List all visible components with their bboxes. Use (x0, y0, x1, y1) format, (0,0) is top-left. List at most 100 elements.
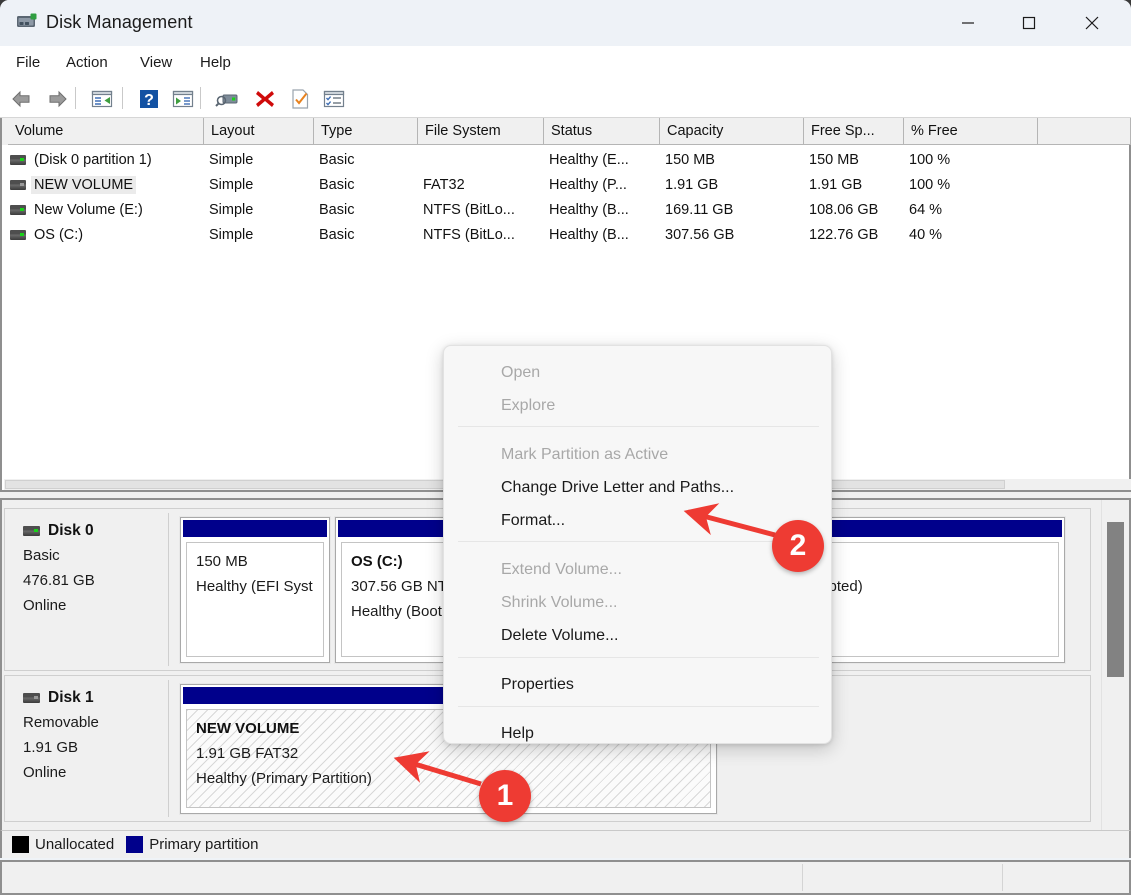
column-header--free[interactable]: % Free (904, 118, 1038, 145)
properties-icon[interactable] (171, 87, 195, 111)
menu-separator (458, 426, 819, 427)
cell-type: Basic (319, 176, 355, 193)
help-icon[interactable]: ? (137, 87, 161, 111)
checklist-icon[interactable] (322, 87, 346, 111)
table-row[interactable]: OS (C:) Simple Basic NTFS (BitLo... Healthy … (2, 222, 1131, 247)
context-menu-item-open: Open (501, 363, 541, 381)
show-console-tree-icon[interactable] (90, 87, 114, 111)
cell-capacity: 169.11 GB (665, 201, 734, 218)
column-header-type[interactable]: Type (314, 118, 418, 145)
status-bar-separator (1002, 864, 1003, 891)
menu-file[interactable]: File (7, 46, 49, 79)
cell-layout: Simple (209, 201, 254, 218)
rescan-disks-icon[interactable] (215, 87, 239, 111)
toolbar-separator (122, 87, 123, 109)
context-menu-item-format[interactable]: Format... (444, 504, 831, 537)
partition-status: Healthy (EFI Syst (196, 578, 313, 595)
minimize-icon[interactable] (945, 0, 991, 46)
legend-label: Unallocated (35, 836, 115, 853)
menu-view[interactable]: View (131, 46, 181, 79)
legend: Unallocated Primary partition (0, 830, 1131, 858)
table-row[interactable]: NEW VOLUME Simple Basic FAT32 Healthy (P... 1… (2, 172, 1131, 197)
cell-free-space: 1.91 GB (809, 176, 863, 193)
cell-free-space: 122.76 GB (809, 226, 879, 243)
new-task-icon[interactable] (288, 87, 312, 111)
cell-status: Healthy (P... (549, 176, 627, 193)
cell-layout: Simple (209, 151, 254, 168)
back-icon[interactable] (10, 87, 34, 111)
cell-capacity: 150 MB (665, 151, 715, 168)
context-menu-item-change-drive-letter-and-paths[interactable]: Change Drive Letter and Paths... (444, 471, 831, 504)
disk-kind: Basic (23, 547, 60, 564)
cell-layout: Simple (209, 226, 254, 243)
column-header-capacity[interactable]: Capacity (660, 118, 804, 145)
volume-drive-icon (10, 229, 26, 240)
volume-drive-icon (10, 154, 26, 165)
status-bar-separator (802, 864, 803, 891)
disk-icon (23, 693, 40, 703)
menu-separator (458, 541, 819, 542)
partition-status: Healthy (Primary Partition) (196, 770, 372, 787)
toolbar: ? (0, 79, 1131, 118)
menu-help[interactable]: Help (191, 46, 240, 79)
menu-bar: File Action View Help (0, 46, 1131, 79)
cell-volume-label: OS (C:) (34, 226, 84, 243)
context-menu-item-help[interactable]: Help (444, 717, 831, 743)
disk-title: Disk 1 (23, 689, 168, 707)
column-header-layout[interactable]: Layout (204, 118, 314, 145)
cell-volume-label: (Disk 0 partition 1) (34, 151, 152, 168)
context-menu-item-mark-partition-as-active: Mark Partition as Active (501, 445, 669, 463)
forward-icon[interactable] (45, 87, 69, 111)
partition-size-fs: 150 MB (196, 553, 248, 570)
cell-status: Healthy (B... (549, 201, 629, 218)
annotation-badge-2: 2 (772, 520, 824, 572)
cell-percent-free: 100 % (909, 176, 951, 193)
partition-color-bar (183, 520, 327, 537)
cell-volume-label: New Volume (E:) (34, 201, 143, 218)
column-header[interactable] (1038, 118, 1131, 145)
cell-volume: (Disk 0 partition 1) (10, 147, 206, 172)
disk-management-window: Disk Management File Action View Help ? … (0, 0, 1131, 895)
disk-size: 1.91 GB (23, 739, 79, 756)
title-bar: Disk Management (0, 0, 1131, 46)
table-row[interactable]: (Disk 0 partition 1) Simple Basic Healthy (… (2, 147, 1131, 172)
column-header-file-system[interactable]: File System (418, 118, 544, 145)
cell-percent-free: 64 % (909, 201, 943, 218)
menu-action[interactable]: Action (57, 46, 117, 79)
disk-state: Online (23, 597, 67, 614)
cell-type: Basic (319, 151, 355, 168)
disk-info-panel[interactable]: Disk 0 Basic 476.81 GB Online (9, 513, 169, 666)
context-menu-item-delete-volume[interactable]: Delete Volume... (444, 619, 831, 652)
cell-percent-free: 100 % (909, 151, 951, 168)
legend-swatch (12, 836, 29, 853)
cell-file-system: FAT32 (423, 176, 465, 193)
menu-separator (458, 706, 819, 707)
context-menu-item-extend-volume: Extend Volume... (501, 560, 622, 578)
column-header-volume[interactable]: Volume (8, 118, 204, 145)
volume-drive-icon (10, 204, 26, 215)
cell-type: Basic (319, 226, 355, 243)
disk-name: Disk 0 (48, 522, 94, 539)
disk-icon (23, 526, 40, 536)
context-menu-item-explore: Explore (501, 396, 556, 414)
cell-percent-free: 40 % (909, 226, 943, 243)
legend-item: Unallocated (12, 836, 114, 853)
context-menu-item-properties[interactable]: Properties (444, 668, 831, 701)
scrollbar-thumb[interactable] (1107, 522, 1124, 677)
table-row[interactable]: New Volume (E:) Simple Basic NTFS (BitLo...… (2, 197, 1131, 222)
context-menu-item-shrink-volume: Shrink Volume... (501, 593, 618, 611)
maximize-icon[interactable] (1006, 0, 1052, 46)
cell-free-space: 150 MB (809, 151, 859, 168)
close-icon[interactable] (1069, 0, 1115, 46)
toolbar-separator (75, 87, 76, 109)
column-header-free-sp[interactable]: Free Sp... (804, 118, 904, 145)
partition-block[interactable]: 150 MB Healthy (EFI Syst (179, 516, 331, 664)
disk-management-icon (16, 13, 38, 31)
graphical-pane-vscrollbar[interactable] (1101, 500, 1127, 830)
toolbar-separator (200, 87, 201, 109)
cell-capacity: 1.91 GB (665, 176, 719, 193)
column-header-status[interactable]: Status (544, 118, 660, 145)
delete-icon[interactable] (253, 87, 277, 111)
cell-file-system: NTFS (BitLo... (423, 201, 515, 218)
disk-info-panel[interactable]: Disk 1 Removable 1.91 GB Online (9, 680, 169, 817)
